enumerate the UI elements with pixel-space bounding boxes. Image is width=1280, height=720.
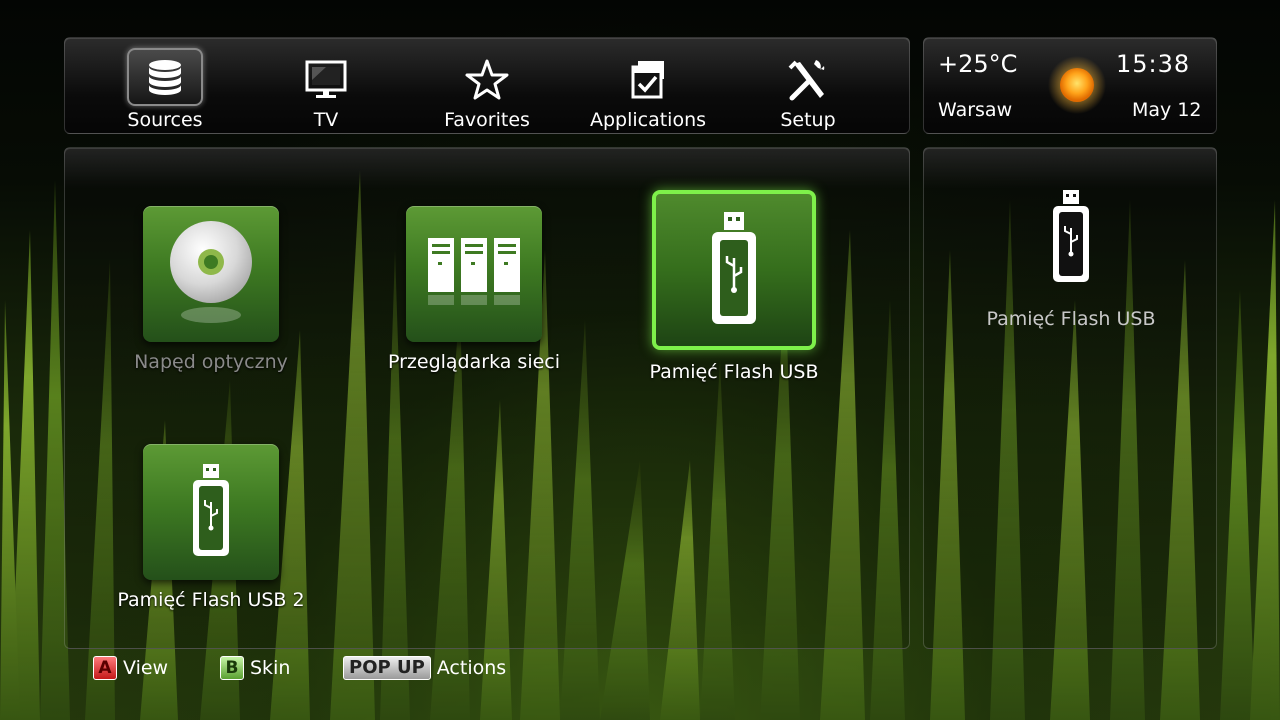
menu-item-tv[interactable]: TV (256, 48, 396, 132)
usb-flash-icon (1051, 188, 1091, 288)
hint-skin[interactable]: B Skin (220, 654, 290, 682)
optical-disc-icon (166, 217, 256, 331)
preview-panel: Pamięć Flash USB (923, 147, 1217, 649)
hint-label: View (123, 657, 169, 679)
menu-item-applications[interactable]: Applications (578, 48, 718, 132)
menu-item-favorites[interactable]: Favorites (417, 48, 557, 132)
menu-item-sources[interactable]: Sources (95, 48, 235, 132)
menu-item-label: Setup (780, 109, 836, 131)
top-menu-bar: Sources TV Favorites Applications Setup (64, 37, 910, 134)
tools-icon (782, 54, 834, 106)
weather-clock-panel: +25°C 15:38 Warsaw May 12 (923, 37, 1217, 134)
hint-view[interactable]: A View (93, 654, 168, 682)
hint-label: Actions (436, 657, 507, 679)
temperature: +25°C (938, 50, 1018, 78)
hint-actions[interactable]: POP UP Actions (343, 654, 506, 682)
usb-flash-icon (191, 462, 231, 562)
source-tile-usb-flash-2[interactable] (143, 444, 279, 580)
usb-flash-icon (709, 210, 759, 330)
menu-item-label: Applications (589, 109, 707, 131)
source-label-optical-drive: Napęd optyczny (134, 351, 288, 373)
database-icon (127, 48, 203, 106)
menu-item-setup[interactable]: Setup (738, 48, 878, 132)
star-icon (461, 54, 513, 106)
menu-item-label: TV (313, 109, 339, 131)
menu-item-label: Sources (127, 109, 203, 131)
menu-item-label: Favorites (444, 109, 530, 131)
source-label-usb-flash: Pamięć Flash USB (649, 361, 819, 383)
sources-panel: Napęd optyczny Przeglądarka sieci Pamięć… (64, 147, 910, 649)
city-name: Warsaw (938, 99, 1013, 121)
date: May 12 (1132, 99, 1202, 121)
network-servers-icon (424, 232, 524, 316)
source-label-usb-flash-2: Pamięć Flash USB 2 (117, 589, 305, 611)
preview-label: Pamięć Flash USB (986, 308, 1156, 330)
clock-time: 15:38 (1116, 50, 1191, 78)
source-label-network-browser: Przeglądarka sieci (387, 351, 561, 373)
key-a-icon: A (93, 656, 117, 680)
source-tile-optical-drive[interactable] (143, 206, 279, 342)
hint-label: Skin (250, 657, 291, 679)
applications-icon (622, 54, 674, 106)
tv-monitor-icon (300, 54, 352, 106)
sun-icon (1048, 56, 1106, 114)
source-tile-network-browser[interactable] (406, 206, 542, 342)
key-popup-icon: POP UP (343, 656, 431, 680)
key-b-icon: B (220, 656, 244, 680)
source-tile-usb-flash[interactable] (652, 190, 816, 350)
